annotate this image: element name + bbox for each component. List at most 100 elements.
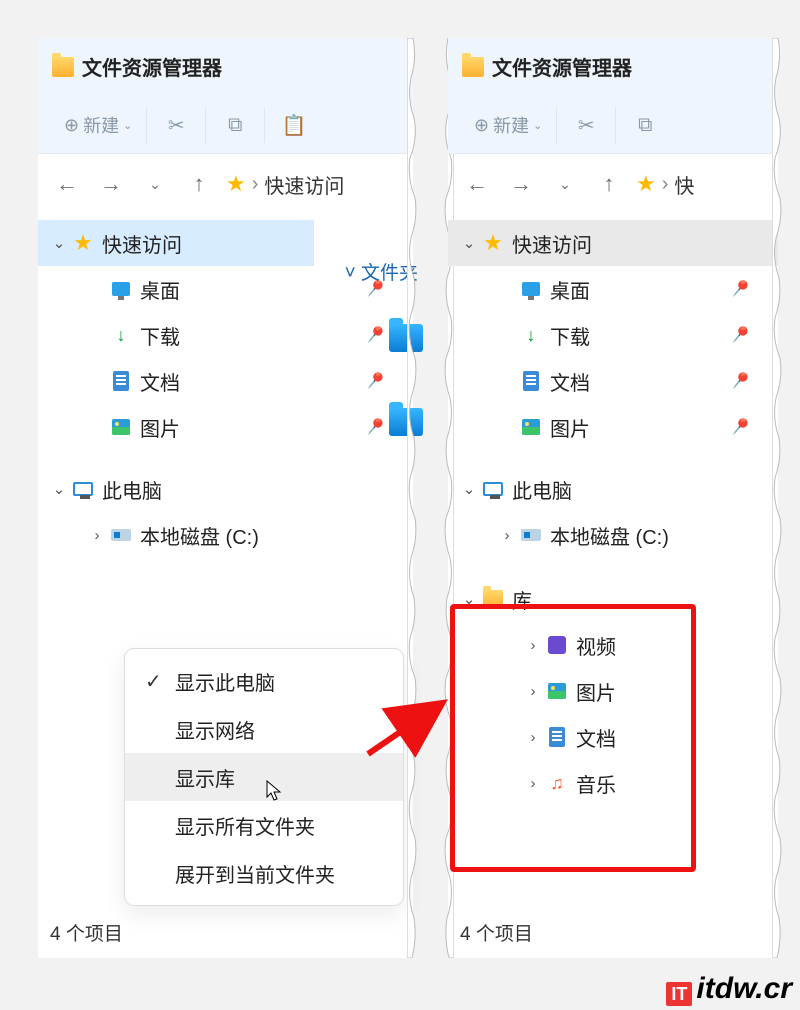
star-icon: ★ <box>636 171 656 197</box>
folder-icon <box>52 57 74 77</box>
header: 文件资源管理器 ⊕ 新建 ⌄ ✂ ⧉ <box>448 38 778 154</box>
desktop-icon <box>112 282 130 296</box>
watermark-text: itdw.cr <box>696 972 792 1006</box>
document-icon <box>113 371 129 391</box>
tree-documents[interactable]: 文档 📍 <box>38 358 413 404</box>
label: 下载 <box>140 321 180 350</box>
label: 文档 <box>550 367 590 396</box>
drive-icon <box>521 529 541 541</box>
back-button[interactable]: ← <box>50 171 84 197</box>
chevron-down-icon: ⌄ <box>48 234 70 252</box>
forward-button[interactable]: → <box>504 171 538 197</box>
tree-this-pc[interactable]: ⌄ 此电脑 <box>38 466 413 512</box>
chevron-down-icon: ⌄ <box>123 119 132 132</box>
breadcrumb-quick-access: 快 <box>674 170 694 199</box>
chevron-down-icon: ⌄ <box>458 234 480 252</box>
tree-desktop[interactable]: 桌面 📍 <box>448 266 778 312</box>
up-button[interactable]: ↑ <box>182 171 216 197</box>
new-label: 新建 <box>83 112 119 138</box>
chevron-down-icon: ⌄ <box>48 480 70 498</box>
history-dropdown[interactable]: ⌄ <box>548 176 582 193</box>
tree-quick-access[interactable]: ⌄ ★ 快速访问 <box>38 220 314 266</box>
pin-icon: 📍 <box>723 412 754 442</box>
scissors-icon: ✂ <box>161 113 191 138</box>
window-title-row: 文件资源管理器 <box>448 38 778 81</box>
drive-icon <box>111 529 131 541</box>
star-icon: ★ <box>73 230 93 256</box>
tree-local-disk[interactable]: › 本地磁盘 (C:) <box>448 512 778 558</box>
pin-icon: 📍 <box>358 412 389 442</box>
chevron-down-icon: ⌄ <box>458 480 480 498</box>
navbar: ← → ⌄ ↑ ★ › 快速访问 <box>38 154 413 214</box>
copy-icon: ⧉ <box>630 114 660 137</box>
tree-pictures[interactable]: 图片 📍 <box>448 404 778 450</box>
explorer-left-panel: 文件资源管理器 ⊕ 新建 ⌄ ✂ ⧉ 📋 ← → ⌄ ↑ ★ › 快速访问 ˅ … <box>38 38 413 958</box>
highlight-box <box>450 604 696 872</box>
tree-downloads[interactable]: ↓ 下载 📍 <box>448 312 778 358</box>
chevron-down-icon: ⌄ <box>533 119 542 132</box>
pin-icon: 📍 <box>723 320 754 350</box>
breadcrumb[interactable]: ★ › 快 <box>636 170 694 199</box>
ctx-expand-to-current[interactable]: 展开到当前文件夹 <box>125 849 403 897</box>
paste-icon: 📋 <box>279 113 309 138</box>
pin-icon: 📍 <box>358 274 389 304</box>
window-title: 文件资源管理器 <box>82 52 222 81</box>
header: 文件资源管理器 ⊕ 新建 ⌄ ✂ ⧉ 📋 <box>38 38 413 154</box>
up-button[interactable]: ↑ <box>592 171 626 197</box>
pin-icon: 📍 <box>723 274 754 304</box>
explorer-right-panel: 文件资源管理器 ⊕ 新建 ⌄ ✂ ⧉ ← → ⌄ ↑ ★ › 快 ⌄ ★ 快速访… <box>448 38 778 958</box>
annotation-arrow <box>358 694 448 764</box>
ctx-show-all-folders[interactable]: 显示所有文件夹 <box>125 801 403 849</box>
tree-local-disk[interactable]: › 本地磁盘 (C:) <box>38 512 413 558</box>
cut-button[interactable]: ✂ <box>147 107 206 144</box>
tree-quick-access[interactable]: ⌄ ★ 快速访问 <box>448 220 778 266</box>
tree-desktop[interactable]: 桌面 📍 <box>38 266 413 312</box>
label: 桌面 <box>140 275 180 304</box>
new-label: 新建 <box>493 112 529 138</box>
pictures-icon <box>112 419 130 435</box>
download-icon: ↓ <box>108 325 134 346</box>
label: 文档 <box>140 367 180 396</box>
label: 本地磁盘 (C:) <box>550 521 669 550</box>
tree-downloads[interactable]: ↓ 下载 📍 <box>38 312 413 358</box>
breadcrumb[interactable]: ★ › 快速访问 <box>226 170 344 199</box>
tree-documents[interactable]: 文档 📍 <box>448 358 778 404</box>
label: 图片 <box>550 413 590 442</box>
checkmark-icon: ✓ <box>145 669 175 694</box>
copy-button[interactable]: ⧉ <box>206 108 265 143</box>
desktop-icon <box>522 282 540 296</box>
label: 显示所有文件夹 <box>175 811 315 840</box>
new-button[interactable]: ⊕ 新建 ⌄ <box>50 106 147 144</box>
paste-button[interactable]: 📋 <box>265 107 323 144</box>
status-bar: 4 个项目 <box>50 919 123 946</box>
window-title-row: 文件资源管理器 <box>38 38 413 81</box>
forward-button[interactable]: → <box>94 171 128 197</box>
new-button[interactable]: ⊕ 新建 ⌄ <box>460 106 557 144</box>
pin-icon: 📍 <box>358 366 389 396</box>
back-button[interactable]: ← <box>460 171 494 197</box>
label: 此电脑 <box>102 475 162 504</box>
watermark-tag: IT <box>666 982 692 1006</box>
nav-tree: ⌄ ★ 快速访问 桌面 📍 ↓ 下载 📍 文档 📍 图片 📍 ⌄ 此电脑 <box>38 214 413 558</box>
label: 快速访问 <box>512 229 592 258</box>
pin-icon: 📍 <box>723 366 754 396</box>
history-dropdown[interactable]: ⌄ <box>138 176 172 193</box>
breadcrumb-quick-access: 快速访问 <box>264 170 344 199</box>
scissors-icon: ✂ <box>571 113 601 138</box>
tree-pictures[interactable]: 图片 📍 <box>38 404 413 450</box>
toolbar: ⊕ 新建 ⌄ ✂ ⧉ 📋 <box>38 97 323 153</box>
label: 显示网络 <box>175 715 255 744</box>
toolbar: ⊕ 新建 ⌄ ✂ ⧉ <box>448 97 674 153</box>
chevron-right-icon: › <box>86 527 108 544</box>
navbar: ← → ⌄ ↑ ★ › 快 <box>448 154 778 214</box>
plus-icon: ⊕ <box>474 115 489 136</box>
cut-button[interactable]: ✂ <box>557 107 616 144</box>
copy-icon: ⧉ <box>220 114 250 137</box>
cursor-icon <box>266 780 282 802</box>
tree-this-pc[interactable]: ⌄ 此电脑 <box>448 466 778 512</box>
star-icon: ★ <box>483 230 503 256</box>
pc-icon <box>483 482 503 496</box>
copy-button[interactable]: ⧉ <box>616 108 674 143</box>
pc-icon <box>73 482 93 496</box>
label: 图片 <box>140 413 180 442</box>
